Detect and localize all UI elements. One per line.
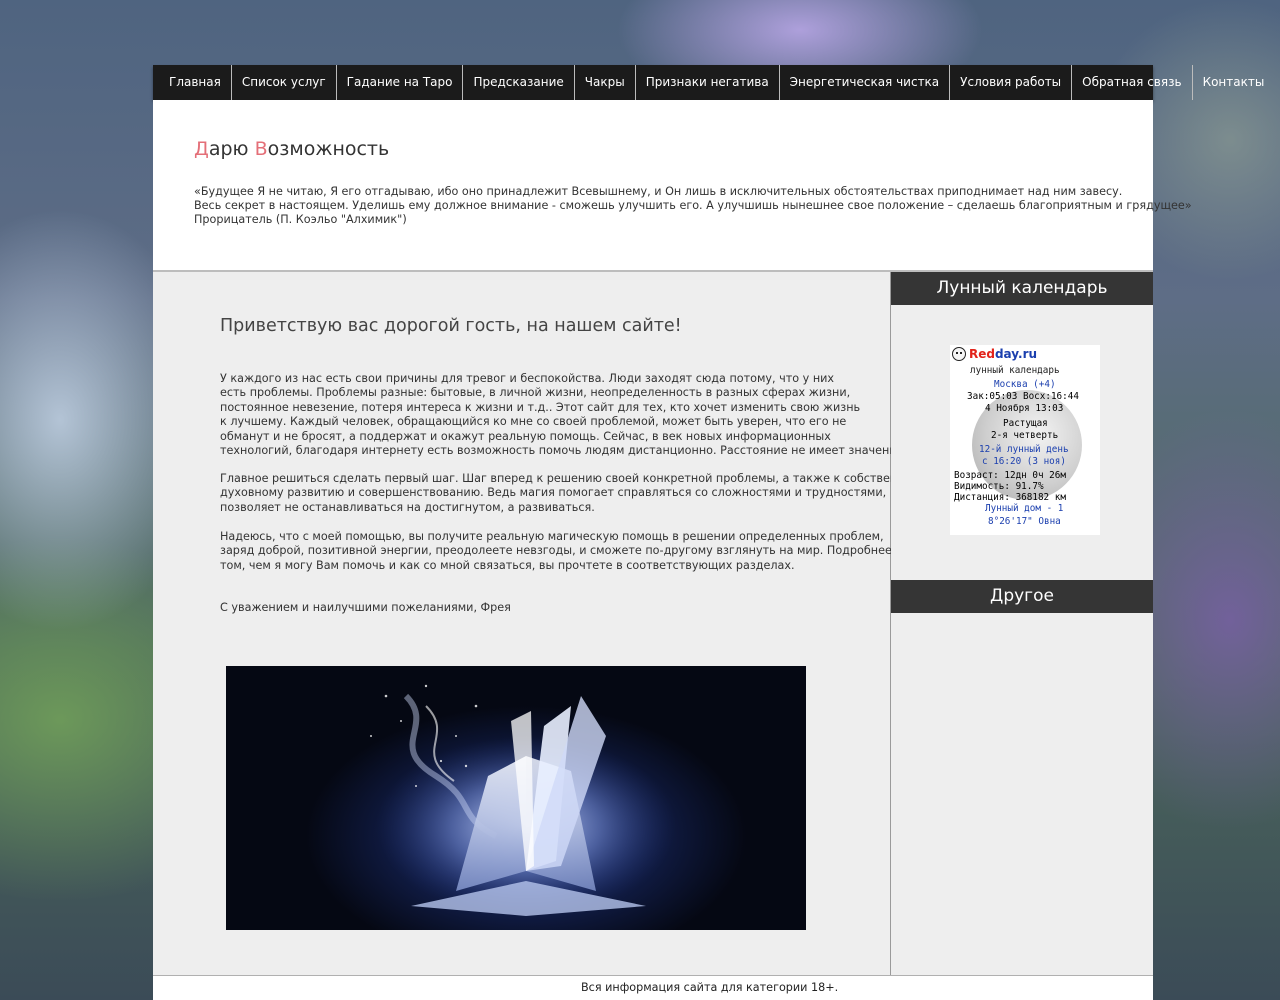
redday-smiley-icon (952, 347, 966, 361)
logo-rest-part: day.ru (994, 347, 1038, 361)
nav-item-energy-cleansing[interactable]: Энергетическая чистка (780, 65, 951, 100)
nav-item-terms[interactable]: Условия работы (950, 65, 1073, 100)
sidebar: Лунный календарь Redday.ru лунный календ… (891, 272, 1153, 975)
main-content: Приветствую вас дорогой гость, на нашем … (153, 272, 926, 975)
paragraph-line: У каждого из нас есть свои причины для т… (220, 372, 835, 385)
moon-city: Москва (+4) (994, 379, 1056, 390)
moon-visibility: Видимость: 91.7% (954, 481, 1044, 492)
paragraph-line: технологий, благодаря интернету есть воз… (220, 444, 907, 458)
title-word-1-rest: арю (208, 138, 255, 160)
epigraph-quote: «Будущее Я не читаю, Я его отгадываю, иб… (194, 185, 1192, 227)
title-word-2-rest: озможность (267, 138, 390, 160)
site-footer: Вся информация сайта для категории 18+. (153, 976, 1153, 1000)
moon-house: Лунный дом - 1 (985, 503, 1064, 514)
moon-age: Возраст: 12дн 0ч 26м (954, 470, 1066, 481)
paragraph-line: Надеюсь, что с моей помощью, вы получите… (220, 530, 884, 543)
nav-item-chakras[interactable]: Чакры (575, 65, 636, 100)
moon-date: 4 Ноября 13:03 (985, 403, 1064, 414)
nav-item-negativity-signs[interactable]: Признаки негатива (636, 65, 780, 100)
logo-red-part: Red (969, 347, 995, 361)
nav-item-services[interactable]: Список услуг (232, 65, 337, 100)
moon-zodiac-position: 8°26'17" Овна (988, 516, 1061, 527)
moon-sun-times: Зак:05:03 Восх:16:44 (967, 391, 1079, 402)
greeting-heading: Приветствую вас дорогой гость, на нашем … (220, 316, 682, 336)
paragraph-line: к лучшему. Каждый человек, обращающийся … (220, 415, 847, 429)
nav-item-feedback[interactable]: Обратная связь (1072, 65, 1193, 100)
moon-phase-quarter: 2-я четверть (991, 430, 1059, 441)
magic-book-image (226, 666, 806, 930)
paragraph-line: позволяет не останавливаться на достигну… (220, 500, 595, 514)
title-initial-2: В (254, 138, 268, 160)
paragraph-line: обманут и не бросят, а поддержат и окажу… (220, 429, 831, 443)
age-notice: Вся информация сайта для категории 18+. (581, 981, 839, 994)
book-illustration (370, 684, 676, 916)
paragraph-line: есть проблемы. Проблемы разные: бытовые,… (220, 386, 851, 400)
paragraph-line: духовному развитию и совершенствованию. … (220, 486, 887, 500)
redday-logo[interactable]: Redday.ru (969, 347, 1037, 361)
moon-calendar-title: Лунный календарь (891, 272, 1153, 305)
site-title[interactable]: Дарю Возможность (194, 138, 389, 160)
moon-subtitle: лунный календарь (970, 365, 1060, 376)
main-navigation: Главная Список услуг Гадание на Таро Пре… (153, 65, 1264, 100)
site-container: Главная Список услуг Гадание на Таро Пре… (153, 65, 1264, 1000)
quote-attribution: Прорицатель (П. Коэльо "Алхимик") (194, 213, 407, 226)
first-step-paragraph: Главное решиться сделать первый шаг. Шаг… (220, 472, 926, 515)
help-paragraph: Надеюсь, что с моей помощью, вы получите… (220, 530, 902, 573)
nav-item-home[interactable]: Главная (153, 65, 232, 100)
moon-lunar-day-start: с 16:20 (3 ноя) (982, 456, 1066, 467)
quote-line: Весь секрет в настоящем. Уделишь ему дол… (194, 199, 1192, 212)
nav-item-tarot[interactable]: Гадание на Таро (337, 65, 464, 100)
quote-line: «Будущее Я не читаю, Я его отгадываю, иб… (194, 185, 1123, 198)
intro-paragraph: У каждого из нас есть свои причины для т… (220, 372, 907, 458)
paragraph-line: Главное решиться сделать первый шаг. Шаг… (220, 472, 927, 485)
nav-item-prediction[interactable]: Предсказание (463, 65, 575, 100)
moon-distance: Дистанция: 368182 км (954, 492, 1066, 503)
paragraph-line: заряд доброй, позитивной энергии, преодо… (220, 544, 903, 558)
other-widget-title: Другое (891, 580, 1153, 613)
moon-lunar-day: 12-й лунный день (979, 444, 1069, 455)
moon-phase-name: Растущая (1003, 418, 1048, 429)
signature: С уважением и наилучшими пожеланиями, Фр… (220, 601, 511, 614)
nav-item-contacts[interactable]: Контакты (1193, 65, 1279, 100)
paragraph-line: том, чем я могу Вам помочь и как со мной… (220, 558, 795, 572)
site-header: Дарю Возможность «Будущее Я не читаю, Я … (153, 100, 1192, 271)
title-initial-1: Д (194, 138, 209, 160)
paragraph-line: постоянное невезение, потеря интереса к … (220, 400, 861, 414)
moon-calendar-widget[interactable]: Redday.ru лунный календарь Москва (+4) З… (950, 345, 1100, 535)
